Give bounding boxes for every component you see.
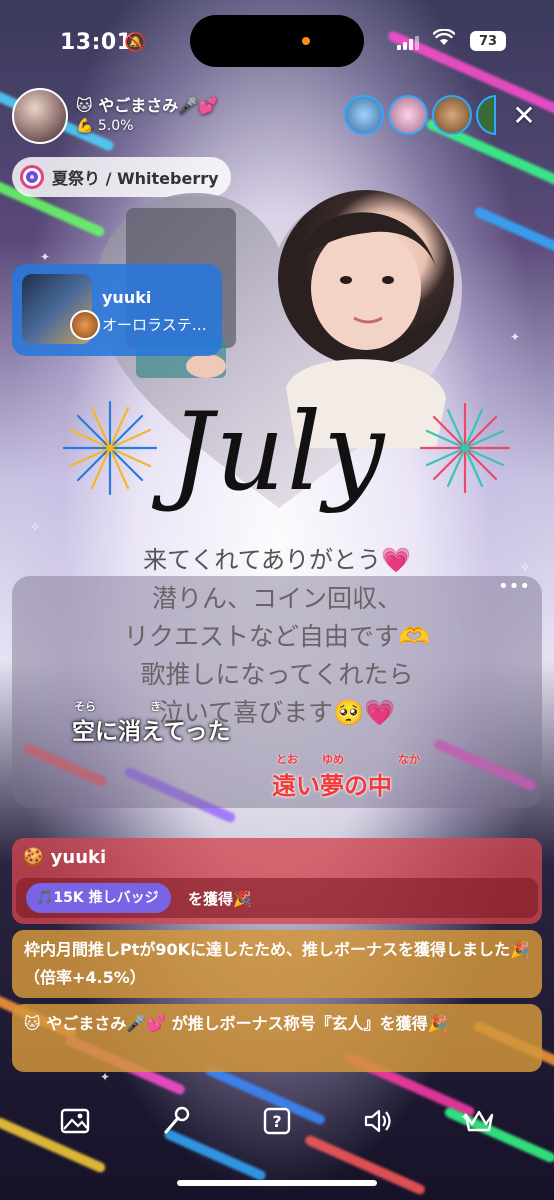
viewer-avatar[interactable] [344, 95, 384, 135]
host-rate: 💪 5.0% [76, 118, 134, 134]
svg-text:?: ? [272, 1112, 281, 1131]
cellular-signal-icon [397, 34, 419, 50]
song-disc-icon [20, 165, 44, 189]
firework-right [419, 402, 511, 494]
host-name[interactable]: 🐱 やごまさみ🎤💕 [76, 92, 218, 116]
gift-detail: 🎵15K 推しバッジ を獲得🎉 [16, 878, 538, 918]
bonus-comment: 枠内月間推しPtが90Kに達したため、推しボーナスを獲得しました🎉（倍率+4.5… [12, 930, 542, 998]
now-playing-card[interactable]: yuuki オーロラステ… [12, 264, 222, 356]
firework-left [62, 400, 158, 496]
battery-indicator: 73 [470, 31, 506, 51]
question-icon[interactable]: ? [257, 1101, 297, 1141]
lyric-next-line: 遠い夢の中 [272, 772, 392, 800]
wifi-icon [432, 28, 456, 52]
now-playing-song: オーロラステ… [102, 316, 207, 334]
lyric-ruby: なか [398, 753, 420, 766]
viewer-avatars[interactable] [344, 95, 496, 135]
lyric-ruby: とお [276, 753, 298, 766]
home-indicator[interactable] [177, 1180, 377, 1186]
viewer-avatar[interactable] [476, 95, 496, 135]
status-bar: 13:01 🔕 73 [0, 0, 554, 86]
lyric-ruby: ゆめ [322, 753, 344, 766]
viewer-avatar[interactable] [432, 95, 472, 135]
crown-icon[interactable] [459, 1101, 499, 1141]
now-playing-avatar [70, 310, 100, 340]
july-script-overlay: July [170, 390, 387, 515]
viewer-avatar[interactable] [388, 95, 428, 135]
comment-user[interactable]: 🍪 yuuki [22, 847, 106, 868]
close-icon[interactable]: ✕ [506, 98, 542, 134]
title-comment: 🐱 やごまさみ🎤💕 が推しボーナス称号『玄人』を獲得🎉 [12, 1004, 542, 1072]
clock: 13:01 [60, 30, 133, 55]
lyric-current-line: 空に消えてった [72, 719, 231, 745]
gift-comment[interactable]: 🍪 yuuki 🎵15K 推しバッジ を獲得🎉 [12, 838, 542, 924]
notice-line: 潜りん、コイン回収、 [151, 584, 402, 613]
gift-suffix: を獲得🎉 [188, 890, 252, 908]
image-icon[interactable] [55, 1101, 95, 1141]
bottom-toolbar: ? [0, 1096, 554, 1146]
speaker-icon[interactable] [358, 1101, 398, 1141]
notice-line: 歌推しになってくれたら [140, 660, 414, 689]
welcome-message: 来てくれてありがとう💗 [143, 546, 411, 574]
dynamic-island [190, 15, 364, 67]
notice-line: リクエストなど自由です🫶 [123, 622, 431, 651]
microphone-icon[interactable] [156, 1101, 196, 1141]
silent-bell-icon: 🔕 [124, 32, 147, 53]
oshi-badge: 🎵15K 推しバッジ [26, 883, 171, 913]
now-playing-user: yuuki [102, 288, 152, 307]
song-pill-label: 夏祭り / Whiteberry [52, 169, 219, 188]
privacy-indicator [302, 37, 310, 45]
host-avatar[interactable] [12, 88, 68, 144]
